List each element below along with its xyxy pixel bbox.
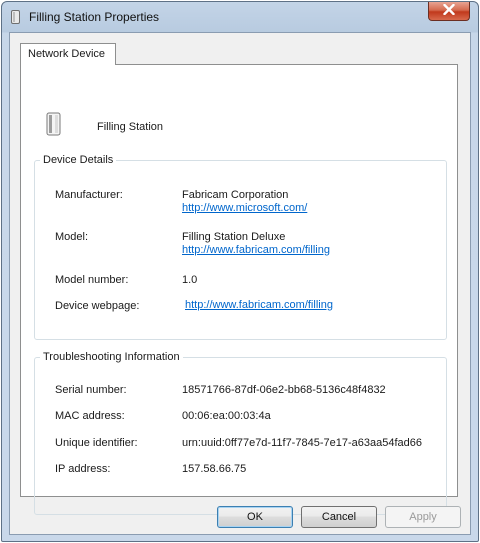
- model-number-value: 1.0: [182, 274, 198, 286]
- properties-window: Filling Station Properties Network Devic…: [1, 1, 479, 542]
- model-value: Filling Station Deluxe: [182, 231, 286, 243]
- title-bar[interactable]: Filling Station Properties: [2, 2, 478, 32]
- network-device-icon: [45, 112, 63, 136]
- tab-panel: Filling Station Device Details Manufactu…: [20, 64, 458, 515]
- model-number-label: Model number:: [55, 274, 129, 286]
- manufacturer-link[interactable]: http://www.microsoft.com/: [182, 202, 307, 214]
- model-link[interactable]: http://www.fabricam.com/filling: [182, 244, 330, 256]
- troubleshooting-group: Troubleshooting Information: [34, 351, 447, 515]
- mac-label: MAC address:: [55, 410, 125, 422]
- troubleshooting-title: Troubleshooting Information: [40, 351, 183, 363]
- uid-value: urn:uuid:0ff77e7d-11f7-7845-7e17-a63aa54…: [182, 437, 422, 449]
- webpage-label: Device webpage:: [55, 300, 140, 312]
- serial-label: Serial number:: [55, 384, 127, 396]
- apply-button[interactable]: Apply: [385, 506, 461, 528]
- dialog-body: Network Device Filling Station Device De…: [9, 32, 471, 535]
- serial-value: 18571766-87df-06e2-bb68-5136c48f4832: [182, 384, 386, 396]
- webpage-link[interactable]: http://www.fabricam.com/filling: [185, 299, 333, 311]
- ip-value: 157.58.66.75: [182, 463, 247, 475]
- device-details-title: Device Details: [40, 154, 117, 166]
- ip-label: IP address:: [55, 463, 111, 475]
- window-title: Filling Station Properties: [29, 10, 160, 24]
- ok-button[interactable]: OK: [217, 506, 293, 528]
- model-label: Model:: [55, 231, 89, 243]
- manufacturer-label: Manufacturer:: [55, 189, 123, 201]
- device-icon: [11, 10, 20, 24]
- close-button[interactable]: [428, 2, 470, 21]
- mac-value: 00:06:ea:00:03:4a: [182, 410, 271, 422]
- uid-label: Unique identifier:: [55, 437, 138, 449]
- manufacturer-value: Fabricam Corporation: [182, 189, 289, 201]
- cancel-button[interactable]: Cancel: [301, 506, 377, 528]
- device-name: Filling Station: [97, 121, 164, 133]
- tab-network-device[interactable]: Network Device: [20, 43, 116, 65]
- close-icon: [443, 3, 455, 18]
